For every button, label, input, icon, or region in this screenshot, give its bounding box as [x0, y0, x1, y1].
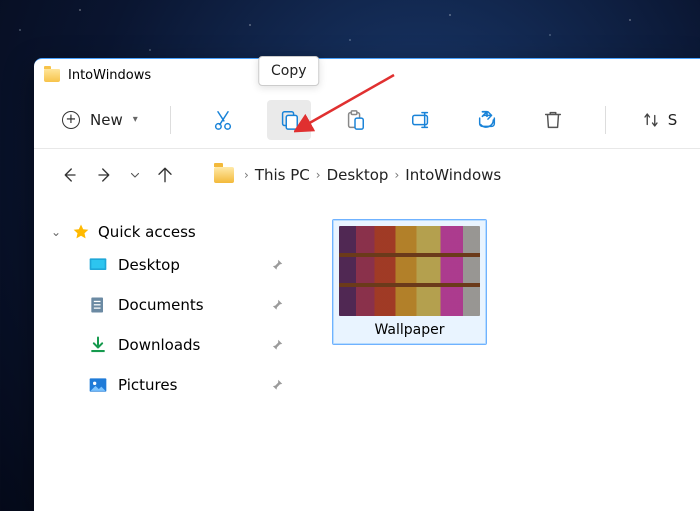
cut-button[interactable]: [201, 100, 245, 140]
sidebar-item-label: Documents: [118, 296, 204, 314]
pin-icon: [270, 258, 284, 272]
quick-access-header[interactable]: ⌄ Quick access: [42, 219, 306, 245]
back-button[interactable]: [52, 158, 86, 192]
pin-icon: [270, 378, 284, 392]
separator: [170, 106, 171, 134]
folder-icon: [214, 167, 234, 183]
rename-icon: [410, 109, 432, 131]
window-title: IntoWindows: [68, 68, 151, 83]
file-label: Wallpaper: [339, 316, 480, 338]
breadcrumb-item[interactable]: Desktop: [327, 166, 389, 184]
plus-circle-icon: +: [62, 111, 80, 129]
separator: [605, 106, 606, 134]
nav-row: › This PC › Desktop › IntoWindows: [34, 149, 700, 201]
sidebar-item-pictures[interactable]: Pictures: [42, 365, 306, 405]
sidebar-item-label: Pictures: [118, 376, 177, 394]
arrow-up-icon: [156, 166, 174, 184]
pin-icon: [270, 298, 284, 312]
sidebar-item-documents[interactable]: Documents: [42, 285, 306, 325]
new-button-label: New: [90, 111, 123, 129]
chevron-right-icon: ›: [316, 168, 321, 182]
sort-button[interactable]: S: [642, 111, 678, 129]
sidebar-item-label: Desktop: [118, 256, 180, 274]
quick-access-label: Quick access: [98, 223, 196, 241]
folder-icon: [44, 69, 60, 82]
file-thumbnail: [339, 226, 480, 316]
pin-icon: [270, 338, 284, 352]
sort-label: S: [668, 111, 678, 129]
downloads-icon: [88, 335, 108, 355]
copy-button[interactable]: Copy: [267, 100, 311, 140]
sort-icon: [642, 111, 660, 129]
title-bar[interactable]: IntoWindows: [34, 59, 700, 91]
recent-locations-button[interactable]: [124, 158, 146, 192]
explorer-body: ⌄ Quick access Desktop Documents: [34, 201, 700, 511]
file-item-selected[interactable]: Wallpaper: [332, 219, 487, 345]
chevron-right-icon: ›: [244, 168, 249, 182]
new-button[interactable]: + New ▾: [52, 105, 148, 135]
paste-button[interactable]: [333, 100, 377, 140]
documents-icon: [88, 295, 108, 315]
chevron-right-icon: ›: [394, 168, 399, 182]
command-bar: + New ▾ Copy S: [34, 91, 700, 149]
pictures-icon: [88, 375, 108, 395]
breadcrumb[interactable]: › This PC › Desktop › IntoWindows: [214, 166, 501, 184]
navigation-pane: ⌄ Quick access Desktop Documents: [34, 201, 314, 511]
chevron-down-icon: ⌄: [48, 225, 64, 239]
sidebar-item-label: Downloads: [118, 336, 200, 354]
star-icon: [72, 223, 90, 241]
up-button[interactable]: [148, 158, 182, 192]
chevron-down-icon: [129, 169, 141, 181]
arrow-left-icon: [60, 166, 78, 184]
copy-tooltip: Copy: [258, 56, 320, 86]
delete-button[interactable]: [531, 100, 575, 140]
rename-button[interactable]: [399, 100, 443, 140]
sidebar-item-desktop[interactable]: Desktop: [42, 245, 306, 285]
forward-button[interactable]: [88, 158, 122, 192]
arrow-right-icon: [96, 166, 114, 184]
sidebar-item-downloads[interactable]: Downloads: [42, 325, 306, 365]
desktop-icon: [88, 255, 108, 275]
cut-icon: [212, 109, 234, 131]
delete-icon: [542, 109, 564, 131]
breadcrumb-item[interactable]: IntoWindows: [405, 166, 501, 184]
paste-icon: [344, 109, 366, 131]
explorer-window: IntoWindows + New ▾ Copy: [34, 58, 700, 511]
copy-icon: [278, 109, 300, 131]
share-button[interactable]: [465, 100, 509, 140]
content-pane[interactable]: Wallpaper: [314, 201, 700, 511]
breadcrumb-item[interactable]: This PC: [255, 166, 310, 184]
chevron-down-icon: ▾: [133, 114, 138, 125]
share-icon: [476, 109, 498, 131]
